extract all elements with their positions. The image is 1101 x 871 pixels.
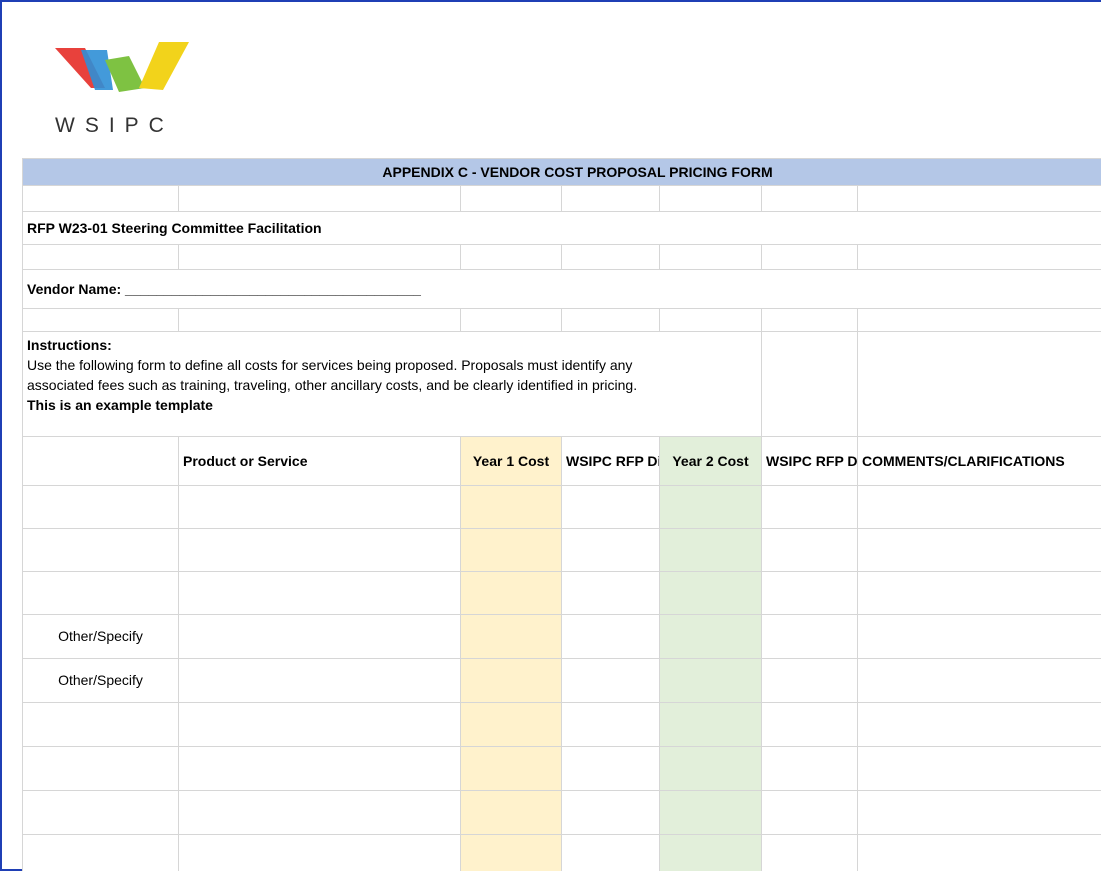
table-row	[22, 833, 1101, 871]
table-row: Other/Specify	[22, 613, 1101, 659]
table-row	[22, 484, 1101, 529]
spreadsheet[interactable]: WSIPC APPENDIX C - VENDOR COST PROPOSAL …	[22, 16, 1101, 871]
product-cell[interactable]	[178, 833, 461, 871]
comments-cell[interactable]	[856, 484, 1101, 529]
year-2-cost-cell[interactable]	[659, 745, 762, 791]
product-cell[interactable]	[178, 527, 461, 572]
row-label-cell[interactable]: Other/Specify	[22, 613, 179, 659]
row-label-cell[interactable]	[22, 745, 179, 791]
comments-cell[interactable]	[856, 701, 1101, 747]
year-1-cost-cell[interactable]	[460, 613, 562, 659]
year-1-cost-cell[interactable]	[460, 701, 562, 747]
comments-cell[interactable]	[856, 745, 1101, 791]
year-1-cost-cell[interactable]	[460, 789, 562, 835]
table-row	[22, 701, 1101, 747]
discount-1-cell[interactable]	[561, 745, 660, 791]
logo-text: WSIPC	[55, 114, 174, 137]
table-row	[22, 789, 1101, 835]
vendor-name-field[interactable]: Vendor Name: ___________________________…	[22, 268, 1101, 309]
table-row	[22, 527, 1101, 572]
table-row: Other/Specify	[22, 657, 1101, 703]
product-cell[interactable]	[178, 657, 461, 703]
discount-2-cell[interactable]	[761, 527, 858, 572]
header-blank	[22, 435, 179, 486]
logo-yellow-stroke	[138, 42, 189, 90]
year-2-cost-cell[interactable]	[659, 657, 762, 703]
table-row	[22, 570, 1101, 615]
discount-1-cell[interactable]	[561, 527, 660, 572]
year-1-cost-cell[interactable]	[460, 570, 562, 615]
discount-1-cell[interactable]	[561, 833, 660, 871]
header-product-or-service: Product or Service	[178, 435, 461, 486]
row-label-cell[interactable]	[22, 527, 179, 572]
discount-2-cell[interactable]	[761, 484, 858, 529]
comments-cell[interactable]	[856, 527, 1101, 572]
instructions-heading: Instructions:	[27, 336, 112, 353]
year-2-cost-cell[interactable]	[659, 613, 762, 659]
product-cell[interactable]	[178, 570, 461, 615]
discount-2-cell[interactable]	[761, 570, 858, 615]
pricing-form-grid: WSIPC APPENDIX C - VENDOR COST PROPOSAL …	[22, 16, 1101, 871]
year-1-cost-cell[interactable]	[460, 657, 562, 703]
header-wsipc-rfp-discount-1: WSIPC RFP Discount	[561, 435, 660, 486]
header-year-2-cost: Year 2 Cost	[659, 435, 762, 486]
product-cell[interactable]	[178, 613, 461, 659]
product-cell[interactable]	[178, 701, 461, 747]
comments-cell[interactable]	[856, 613, 1101, 659]
discount-2-cell[interactable]	[761, 745, 858, 791]
row-label-cell[interactable]	[22, 484, 179, 529]
instructions-block: Instructions: Use the following form to …	[22, 330, 762, 437]
discount-1-cell[interactable]	[561, 613, 660, 659]
row-label-cell[interactable]	[22, 570, 179, 615]
form-title: APPENDIX C - VENDOR COST PROPOSAL PRICIN…	[22, 157, 1101, 186]
product-cell[interactable]	[178, 745, 461, 791]
header-year-1-cost: Year 1 Cost	[460, 435, 562, 486]
product-cell[interactable]	[178, 484, 461, 529]
year-1-cost-cell[interactable]	[460, 833, 562, 871]
discount-1-cell[interactable]	[561, 657, 660, 703]
instructions-note: This is an example template	[27, 396, 213, 413]
year-2-cost-cell[interactable]	[659, 570, 762, 615]
header-wsipc-rfp-discount-2: WSIPC RFP Discount	[761, 435, 858, 486]
logo-cell: WSIPC	[23, 16, 1101, 158]
instructions-line-1: Use the following form to define all cos…	[27, 356, 633, 373]
year-2-cost-cell[interactable]	[659, 789, 762, 835]
comments-cell[interactable]	[856, 570, 1101, 615]
product-cell[interactable]	[178, 789, 461, 835]
discount-2-cell[interactable]	[761, 833, 858, 871]
discount-2-cell[interactable]	[761, 613, 858, 659]
row-label-cell[interactable]	[22, 789, 179, 835]
header-comments-clarifications: COMMENTS/CLARIFICATIONS	[856, 435, 1101, 486]
instructions-line-2: associated fees such as training, travel…	[27, 376, 638, 393]
row-label-cell[interactable]	[22, 833, 179, 871]
table-row	[22, 745, 1101, 791]
discount-1-cell[interactable]	[561, 789, 660, 835]
rfp-title: RFP W23-01 Steering Committee Facilitati…	[22, 210, 1101, 245]
year-1-cost-cell[interactable]	[460, 527, 562, 572]
comments-cell[interactable]	[856, 657, 1101, 703]
row-label-cell[interactable]: Other/Specify	[22, 657, 179, 703]
row-label-cell[interactable]	[22, 701, 179, 747]
comments-cell[interactable]	[856, 789, 1101, 835]
discount-1-cell[interactable]	[561, 701, 660, 747]
year-2-cost-cell[interactable]	[659, 833, 762, 871]
year-2-cost-cell[interactable]	[659, 484, 762, 529]
discount-2-cell[interactable]	[761, 657, 858, 703]
discount-1-cell[interactable]	[561, 570, 660, 615]
wsipc-logo: WSIPC	[54, 42, 189, 137]
comments-cell[interactable]	[856, 833, 1101, 871]
year-1-cost-cell[interactable]	[460, 484, 562, 529]
year-1-cost-cell[interactable]	[460, 745, 562, 791]
discount-2-cell[interactable]	[761, 701, 858, 747]
discount-1-cell[interactable]	[561, 484, 660, 529]
discount-2-cell[interactable]	[761, 789, 858, 835]
year-2-cost-cell[interactable]	[659, 701, 762, 747]
year-2-cost-cell[interactable]	[659, 527, 762, 572]
